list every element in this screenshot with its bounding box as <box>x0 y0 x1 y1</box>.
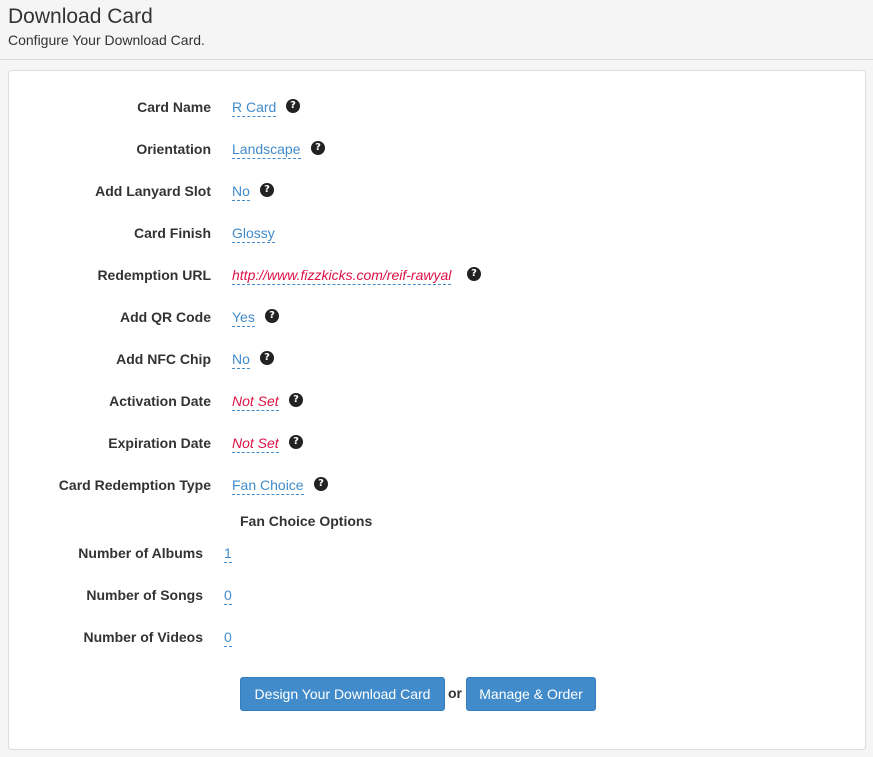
question-circle-icon[interactable]: ? <box>289 435 303 449</box>
field-row-number-of-videos: Number of Videos 0 <box>9 627 867 649</box>
question-circle-icon[interactable]: ? <box>311 141 325 155</box>
number-of-videos-editable[interactable]: 0 <box>224 629 232 647</box>
orientation-editable[interactable]: Landscape <box>232 141 301 159</box>
number-of-songs-editable[interactable]: 0 <box>224 587 232 605</box>
field-label: Card Finish <box>133 225 211 241</box>
settings-panel: Card Name R Card ? Orientation Landscape… <box>8 70 866 750</box>
field-row-qr-code: Add QR Code Yes ? <box>9 307 867 329</box>
question-circle-icon[interactable]: ? <box>467 267 481 281</box>
page-title: Download Card <box>8 5 153 28</box>
field-label: Expiration Date <box>108 435 211 451</box>
nfc-chip-editable[interactable]: No <box>232 351 250 369</box>
field-label: Add QR Code <box>120 309 211 325</box>
field-row-lanyard-slot: Add Lanyard Slot No ? <box>9 181 867 203</box>
page-subtitle: Configure Your Download Card. <box>8 32 205 48</box>
manage-and-order-button[interactable]: Manage & Order <box>466 677 596 711</box>
expiration-date-editable[interactable]: Not Set <box>232 435 279 453</box>
field-row-card-name: Card Name R Card ? <box>9 97 867 119</box>
redemption-url-editable[interactable]: http://www.fizzkicks.com/reif-rawyal <box>232 267 452 285</box>
question-circle-icon[interactable]: ? <box>260 183 274 197</box>
field-row-nfc-chip: Add NFC Chip No ? <box>9 349 867 371</box>
or-separator: or <box>448 685 462 701</box>
field-label: Number of Songs <box>86 587 203 603</box>
fan-choice-options-title: Fan Choice Options <box>240 513 373 529</box>
field-label: Add Lanyard Slot <box>95 183 211 199</box>
card-name-editable[interactable]: R Card <box>232 99 277 117</box>
field-label: Orientation <box>136 141 211 157</box>
redemption-type-editable[interactable]: Fan Choice <box>232 477 304 495</box>
field-label: Redemption URL <box>97 267 211 283</box>
card-finish-editable[interactable]: Glossy <box>232 225 275 243</box>
field-row-number-of-albums: Number of Albums 1 <box>9 543 867 565</box>
field-row-card-finish: Card Finish Glossy <box>9 223 867 245</box>
lanyard-slot-editable[interactable]: No <box>232 183 250 201</box>
activation-date-editable[interactable]: Not Set <box>232 393 279 411</box>
question-circle-icon[interactable]: ? <box>260 351 274 365</box>
field-label: Number of Albums <box>78 545 203 561</box>
field-label: Activation Date <box>109 393 211 409</box>
question-circle-icon[interactable]: ? <box>289 393 303 407</box>
page-header: Download Card Configure Your Download Ca… <box>0 0 873 60</box>
field-row-expiration-date: Expiration Date Not Set ? <box>9 433 867 455</box>
field-row-number-of-songs: Number of Songs 0 <box>9 585 867 607</box>
field-row-orientation: Orientation Landscape ? <box>9 139 867 161</box>
number-of-albums-editable[interactable]: 1 <box>224 545 232 563</box>
field-row-redemption-url: Redemption URL http://www.fizzkicks.com/… <box>9 265 867 287</box>
field-label: Add NFC Chip <box>116 351 211 367</box>
field-label: Card Redemption Type <box>58 477 211 493</box>
qr-code-editable[interactable]: Yes <box>232 309 255 327</box>
field-row-redemption-type: Card Redemption Type Fan Choice ? <box>9 475 867 497</box>
question-circle-icon[interactable]: ? <box>265 309 279 323</box>
question-circle-icon[interactable]: ? <box>286 99 300 113</box>
field-label: Number of Videos <box>83 629 203 645</box>
field-label: Card Name <box>137 99 211 115</box>
design-download-card-button[interactable]: Design Your Download Card <box>240 677 445 711</box>
field-row-activation-date: Activation Date Not Set ? <box>9 391 867 413</box>
question-circle-icon[interactable]: ? <box>314 477 328 491</box>
